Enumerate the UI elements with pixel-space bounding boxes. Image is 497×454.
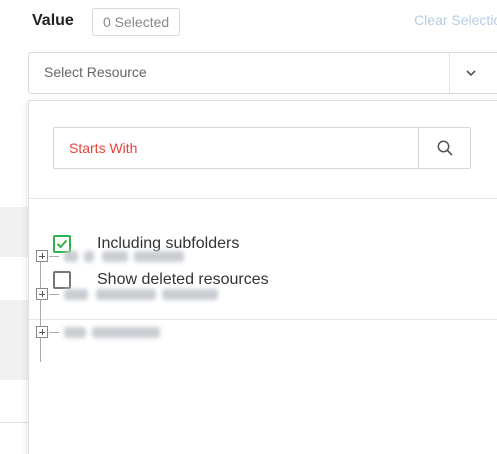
chevron-down-icon bbox=[466, 70, 476, 77]
tree-item-label-obscured bbox=[96, 289, 156, 300]
tree-item[interactable] bbox=[32, 250, 452, 288]
search-input[interactable] bbox=[54, 128, 418, 168]
resource-select[interactable]: Select Resource bbox=[28, 52, 497, 94]
tree-item[interactable] bbox=[32, 326, 452, 364]
resource-select-placeholder: Select Resource bbox=[44, 64, 147, 80]
search-button[interactable] bbox=[418, 128, 470, 168]
background-divider bbox=[0, 422, 28, 423]
tree-connector bbox=[49, 332, 59, 333]
clear-selection-link[interactable]: Clear Selection bbox=[414, 12, 497, 28]
background-panel-bottom bbox=[0, 300, 30, 380]
tree-item-label-obscured bbox=[64, 251, 78, 262]
resource-select-toggle[interactable] bbox=[449, 53, 495, 93]
tree-item-label-obscured bbox=[64, 289, 88, 300]
expand-icon[interactable] bbox=[36, 288, 48, 300]
search-icon bbox=[437, 140, 453, 156]
tree-connector bbox=[49, 256, 59, 257]
expand-icon[interactable] bbox=[36, 250, 48, 262]
check-icon bbox=[56, 239, 68, 249]
tree-item-label-obscured bbox=[102, 251, 128, 262]
tree-item-label-obscured bbox=[64, 327, 86, 338]
filter-header: Value 0 Selected Clear Selection bbox=[32, 8, 497, 36]
selected-count-badge: 0 Selected bbox=[92, 8, 181, 36]
tree-item-label-obscured bbox=[92, 327, 160, 338]
tree-connector bbox=[49, 294, 59, 295]
tree-item-label-obscured bbox=[134, 251, 184, 262]
resource-tree bbox=[32, 250, 452, 364]
expand-icon[interactable] bbox=[36, 326, 48, 338]
value-label: Value bbox=[32, 12, 74, 29]
tree-item-label-obscured bbox=[162, 289, 218, 300]
search-divider bbox=[29, 198, 497, 199]
tree-item[interactable] bbox=[32, 288, 452, 326]
search-box bbox=[53, 127, 471, 169]
tree-item-label-obscured bbox=[84, 251, 94, 262]
background-panel-top bbox=[0, 207, 30, 257]
